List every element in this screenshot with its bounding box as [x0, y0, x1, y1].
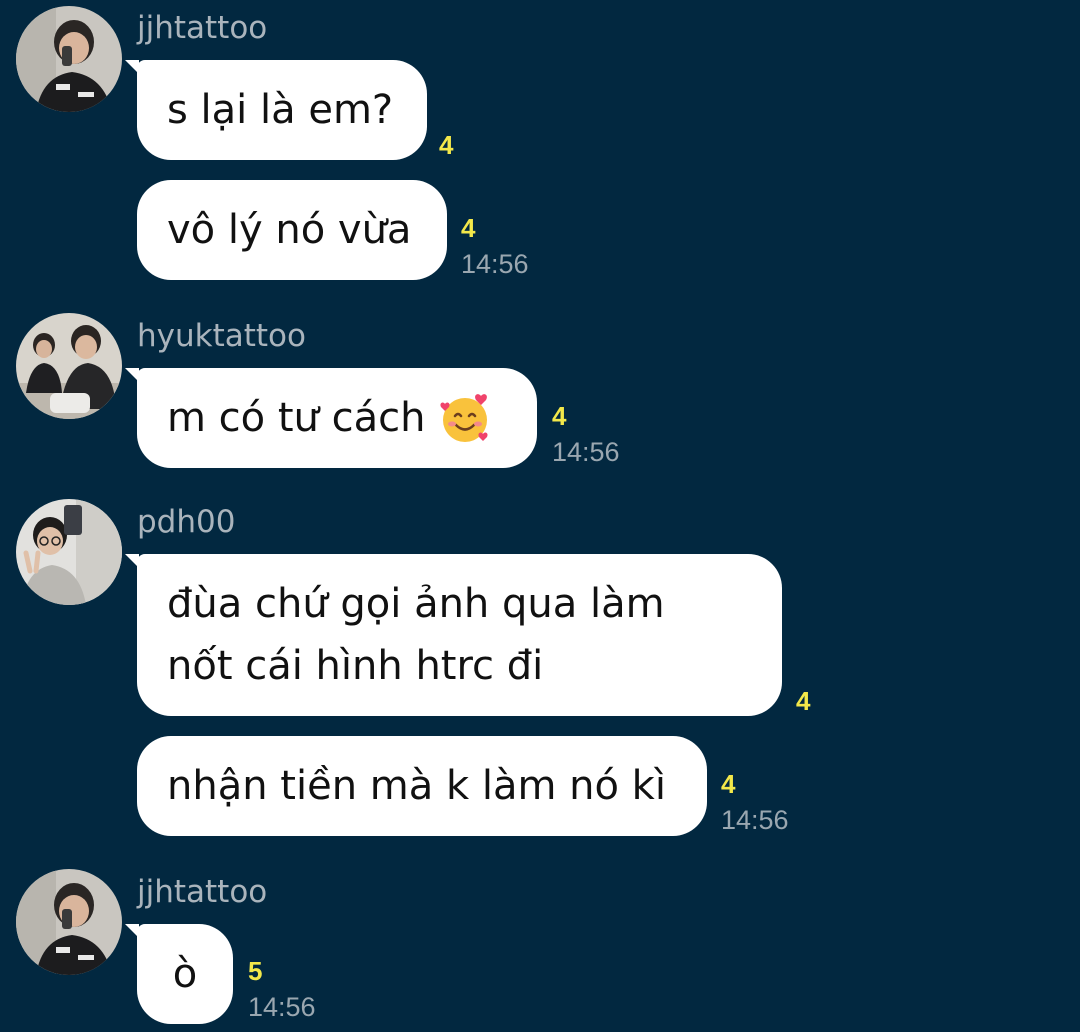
- message-text-line-1: đùa chứ gọi ảnh qua làm: [167, 581, 665, 627]
- message-text: ò: [172, 951, 198, 997]
- sender-name[interactable]: hyuktattoo: [137, 316, 306, 356]
- read-count: 4: [552, 401, 567, 431]
- message-bubble[interactable]: m có tư cách: [125, 368, 537, 468]
- read-count: 4: [461, 213, 476, 243]
- avatar-hyuktattoo[interactable]: [16, 313, 122, 419]
- avatar-hyuktattoo-icon: [16, 313, 122, 419]
- sender-name[interactable]: jjhtattoo: [137, 872, 267, 912]
- read-count: 4: [796, 686, 811, 716]
- message-bubble[interactable]: s lại là em?: [125, 60, 427, 160]
- message-text: s lại là em?: [167, 87, 394, 133]
- timestamp: 14:56: [721, 805, 789, 835]
- timestamp: 14:56: [248, 992, 316, 1022]
- message-text: vô lý nó vừa: [167, 207, 412, 253]
- message-bubble[interactable]: đùa chứ gọi ảnh qua làm nốt cái hình htr…: [125, 554, 782, 716]
- message-bubble[interactable]: vô lý nó vừa: [137, 180, 447, 280]
- read-count: 5: [248, 956, 263, 986]
- message-text-line-2: nốt cái hình htrc đi: [167, 643, 544, 689]
- message-text: m có tư cách: [167, 395, 426, 441]
- timestamp: 14:56: [552, 437, 620, 467]
- smiling-face-with-hearts-emoji: [440, 394, 489, 442]
- sender-name[interactable]: pdh00: [137, 502, 235, 542]
- read-count: 4: [439, 130, 454, 160]
- timestamp: 14:56: [461, 249, 529, 279]
- avatar-jjhtattoo-icon: [16, 869, 122, 975]
- avatar-jjhtattoo[interactable]: [16, 6, 122, 112]
- avatar-pdh00-icon: [16, 499, 122, 605]
- read-count: 4: [721, 769, 736, 799]
- avatar-jjhtattoo-icon: [16, 6, 122, 112]
- message-text: nhận tiền mà k làm nó kì: [167, 763, 666, 809]
- avatar-jjhtattoo[interactable]: [16, 869, 122, 975]
- avatar-pdh00[interactable]: [16, 499, 122, 605]
- message-bubble[interactable]: ò: [125, 924, 233, 1024]
- sender-name[interactable]: jjhtattoo: [137, 8, 267, 48]
- message-bubble[interactable]: nhận tiền mà k làm nó kì: [137, 736, 707, 836]
